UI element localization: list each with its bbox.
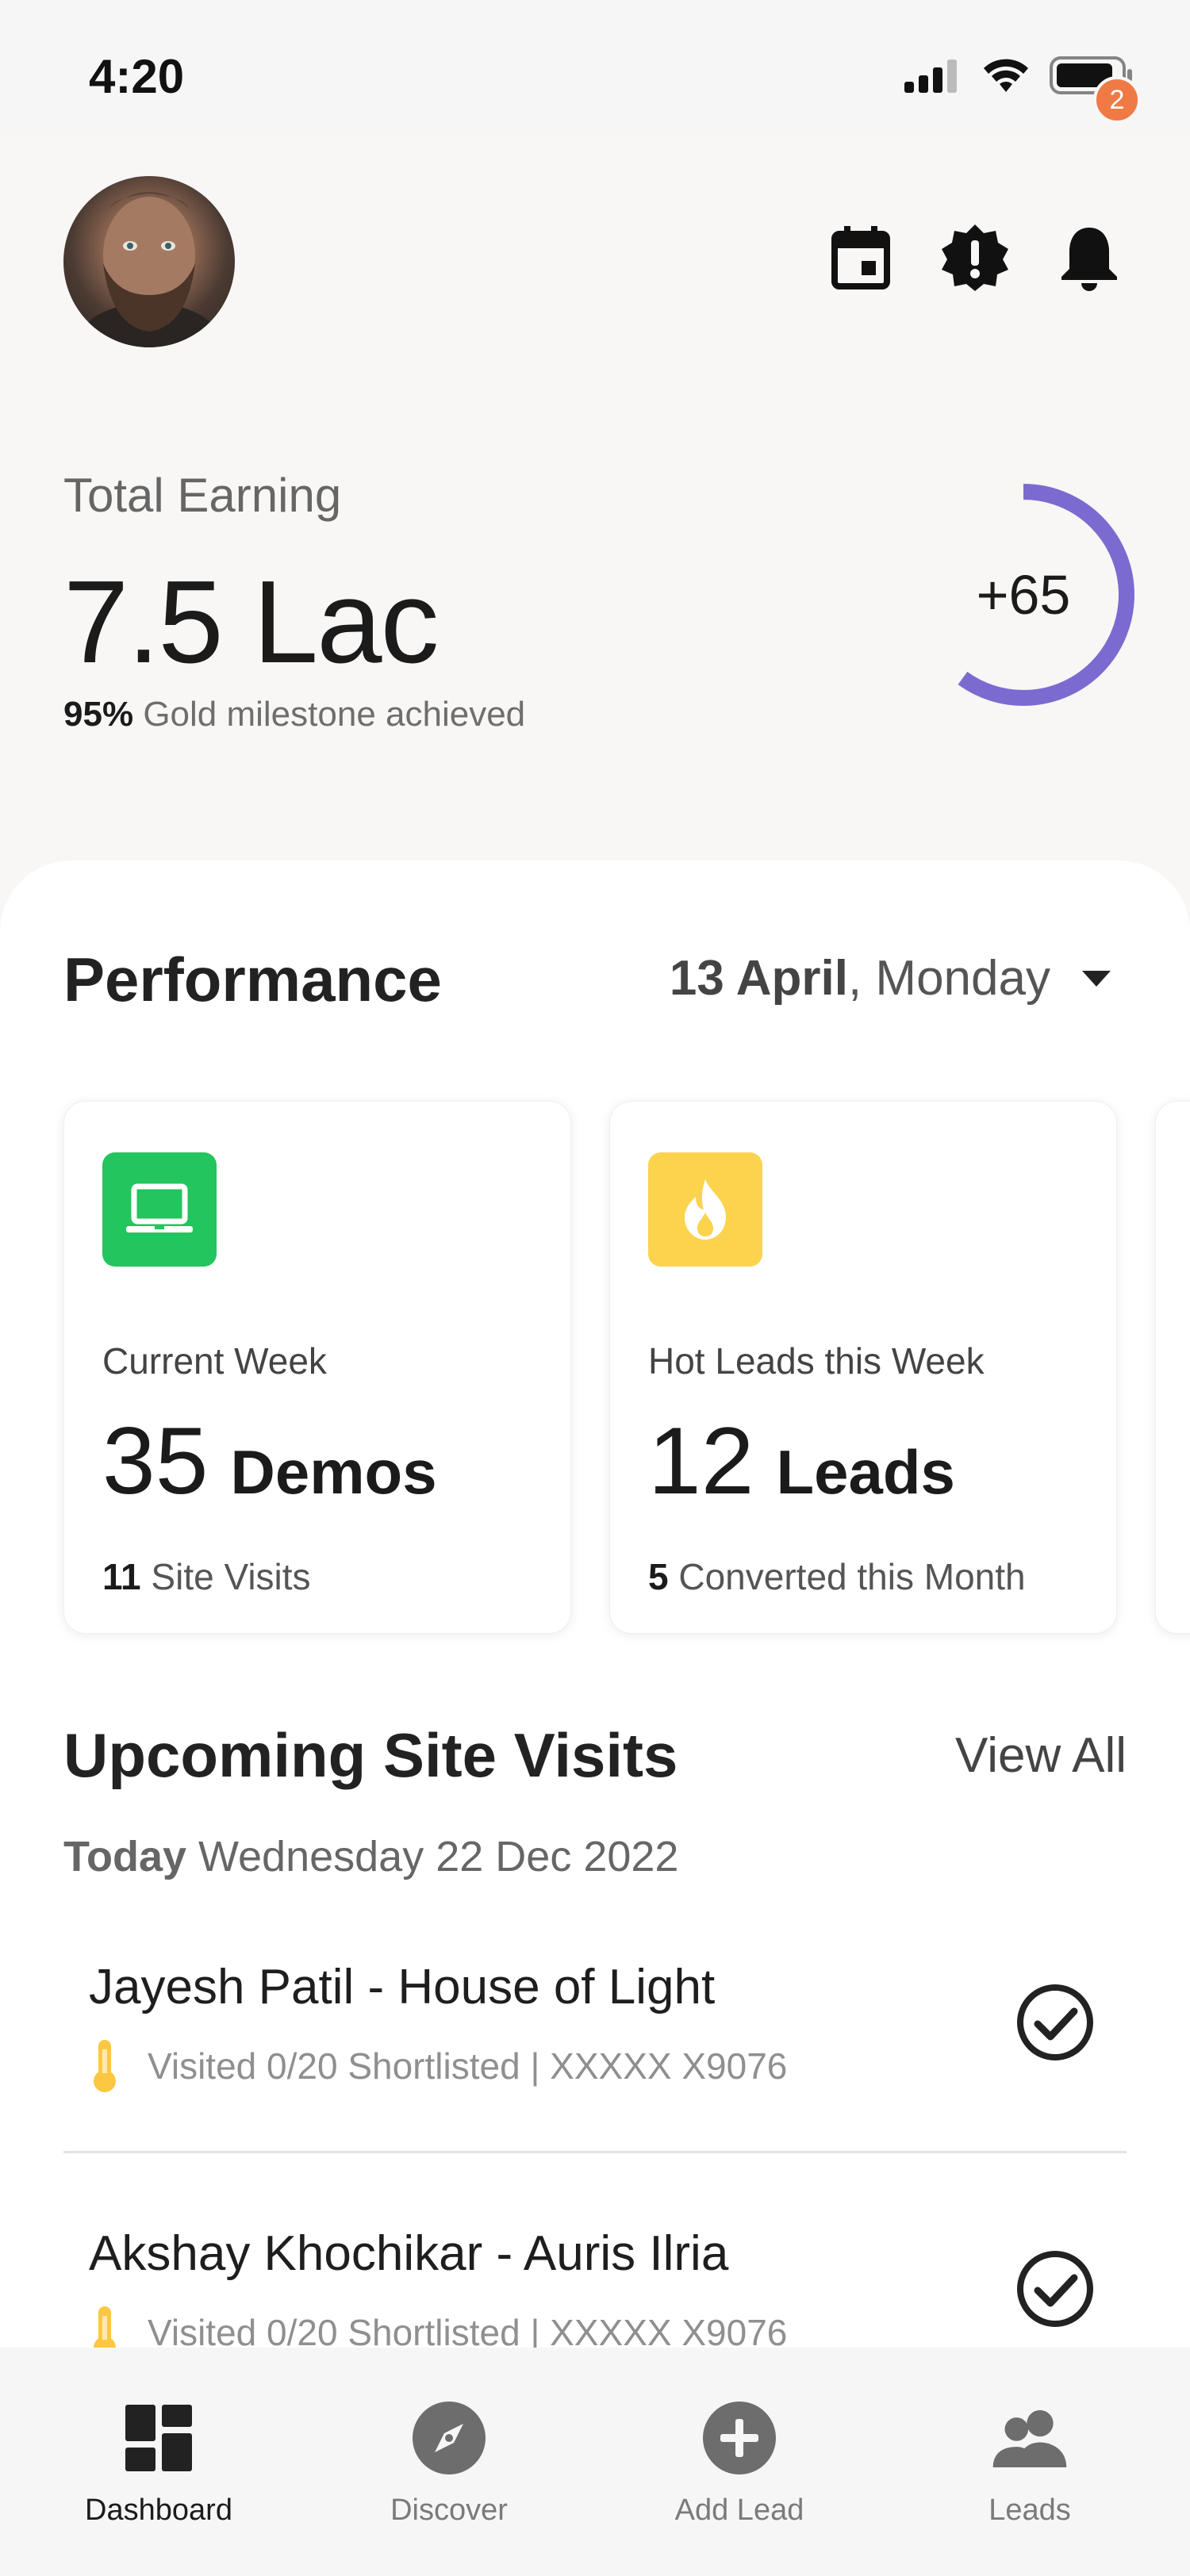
visit-meta: Visited 0/20 Shortlisted | XXXXX X9076 [89,2038,787,2094]
next-card-peek[interactable] [1155,1101,1190,1634]
laptop-icon [102,1152,217,1267]
card-label: Current Week [102,1340,327,1382]
card-value: 35 Demos [102,1406,437,1516]
status-bar: 4:20 [0,0,1190,135]
list-item[interactable]: Jayesh Patil - House of Light Visited 0/… [63,1959,1127,2149]
leads-card[interactable]: Hot Leads this Week 12 Leads 5 Converted… [609,1101,1117,1634]
tab-dashboard[interactable]: Dashboard [40,2398,278,2528]
card-number: 35 [102,1408,209,1514]
date-rest: , Monday [847,951,1050,1006]
notification-badge: 2 [1093,76,1141,124]
demos-card[interactable]: Current Week 35 Demos 11 Site Visits [63,1101,571,1634]
card-sub-value: 5 [648,1556,669,1597]
card-unit: Demos [230,1437,437,1507]
date-bold: 13 April [669,951,848,1006]
add-circle-icon [700,2398,779,2478]
card-subtext: 11 Site Visits [102,1555,311,1598]
milestone-percent: 95% [63,695,134,734]
visits-date: Today Wednesday 22 Dec 2022 [63,1832,678,1881]
earning-label: Total Earning [63,469,342,522]
caret-down-icon [1082,970,1111,987]
visit-name: Jayesh Patil - House of Light [89,1960,716,2014]
wifi-icon [984,59,1028,92]
people-icon [990,2398,1069,2478]
visit-name: Akshay Khochikar - Auris Ilria [89,2226,729,2281]
signal-icon [904,59,957,93]
divider [63,2151,1127,2153]
calendar-icon[interactable] [825,222,896,293]
visits-date-bold: Today [63,1833,187,1880]
header [0,135,1190,373]
tab-label: Discover [390,2494,508,2527]
card-sub-value: 11 [102,1556,141,1597]
ring-value: +65 [976,564,1071,626]
alert-badge-icon[interactable] [939,222,1011,293]
tab-bar: Dashboard Discover Add Lead Leads [0,2348,1190,2576]
tab-leads[interactable]: Leads [911,2398,1149,2528]
thermometer-icon [94,2040,116,2092]
tab-add-lead[interactable]: Add Lead [620,2398,858,2528]
tab-label: Dashboard [85,2494,232,2527]
bell-icon[interactable] [1054,222,1125,293]
card-number: 12 [648,1408,754,1514]
card-sub-label: Converted this Month [678,1556,1026,1597]
card-unit: Leads [776,1437,955,1507]
visits-title: Upcoming Site Visits [63,1720,678,1790]
check-circle-icon[interactable] [1015,2249,1095,2329]
status-time: 4:20 [89,50,185,103]
date-dropdown[interactable]: 13 April, Monday [670,950,1111,1006]
dashboard-icon [119,2398,198,2478]
view-all-link[interactable]: View All [955,1727,1127,1784]
visit-meta-text: Visited 0/20 Shortlisted | XXXXX X9076 [148,2045,788,2087]
check-circle-icon[interactable] [1015,1983,1095,2062]
earning-value: 7.5 Lac [63,557,439,688]
milestone-label: Gold milestone achieved [143,695,526,734]
card-value: 12 Leads [648,1406,955,1516]
tab-label: Leads [988,2494,1071,2527]
compass-icon [409,2398,489,2478]
fire-icon [648,1152,762,1267]
tab-discover[interactable]: Discover [330,2398,568,2528]
performance-title: Performance [63,945,442,1014]
card-sub-label: Site Visits [151,1556,311,1597]
card-label: Hot Leads this Week [648,1340,985,1382]
date-text: 13 April, Monday [670,950,1050,1006]
visits-date-rest: Wednesday 22 Dec 2022 [198,1833,679,1880]
card-subtext: 5 Converted this Month [648,1555,1026,1598]
tab-label: Add Lead [674,2494,804,2527]
avatar[interactable] [63,176,235,347]
milestone-text: 95% Gold milestone achieved [63,695,525,734]
